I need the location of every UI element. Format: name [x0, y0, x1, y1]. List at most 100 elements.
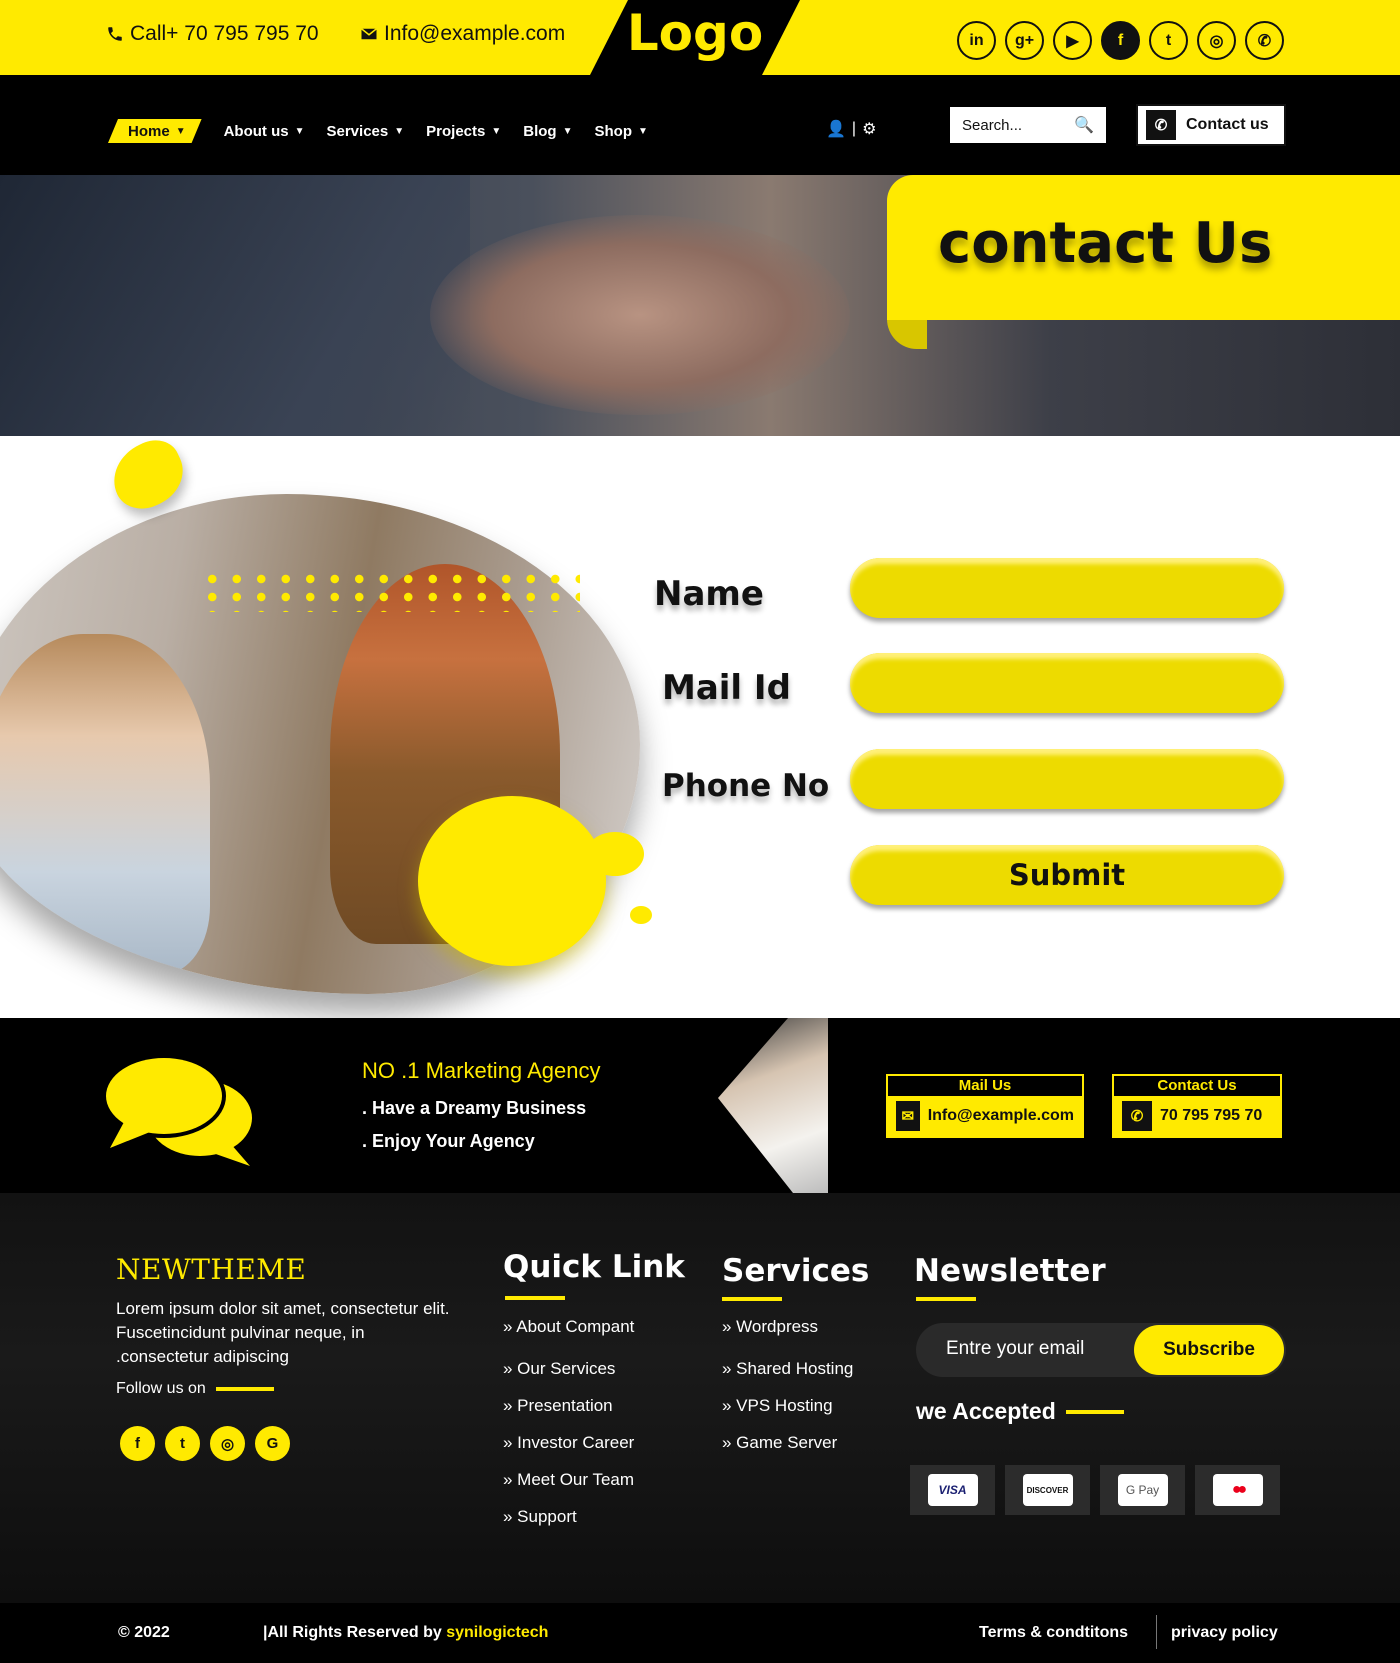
footer-brand: NEWTHEME	[116, 1253, 307, 1286]
gpay-logo: G Pay	[1117, 1474, 1168, 1506]
facebook-icon[interactable]: f	[120, 1426, 155, 1461]
bottom-bar: © 2022 |All Rights Reserved by synilogic…	[0, 1603, 1400, 1663]
twitter-icon[interactable]: t	[165, 1426, 200, 1461]
phone-icon	[108, 27, 122, 41]
whatsapp-icon[interactable]: ✆	[1245, 21, 1284, 60]
gear-icon[interactable]: ⚙	[862, 119, 876, 139]
user-icon[interactable]: 👤	[826, 119, 846, 139]
footer-social-links: f t ◎ G	[120, 1426, 290, 1461]
decor-blob	[102, 431, 194, 519]
footer-description: Lorem ipsum dolor sit amet, consectetur …	[116, 1299, 450, 1366]
nav-item-services[interactable]: Services ▼	[327, 119, 405, 143]
contact-us-button[interactable]: ✆ Contact us	[1136, 104, 1286, 146]
submit-button[interactable]: Submit	[850, 845, 1284, 905]
underline	[722, 1297, 782, 1301]
logo-text: Logo	[626, 4, 764, 62]
mail-icon	[361, 28, 377, 40]
newsletter-title: Newsletter	[914, 1253, 1106, 1289]
contact-us-heading: Contact Us	[1114, 1076, 1280, 1096]
hero-banner: contact Us	[0, 175, 1400, 436]
banner-photo	[718, 1018, 828, 1193]
footer-link[interactable]: » Wordpress	[722, 1317, 818, 1337]
nav-item-blog[interactable]: Blog ▼	[523, 119, 572, 143]
underline	[916, 1297, 976, 1301]
footer-link[interactable]: » VPS Hosting	[722, 1396, 833, 1416]
page: Call+ 70 795 795 70 Info@example.com Log…	[0, 0, 1400, 1663]
email-field[interactable]	[850, 653, 1284, 713]
phone-icon: ✆	[1146, 110, 1176, 140]
footer-link[interactable]: » About Compant	[503, 1317, 634, 1337]
chevron-down-icon: ▼	[562, 125, 573, 137]
top-email[interactable]: Info@example.com	[360, 22, 565, 46]
footer: NEWTHEME Lorem ipsum dolor sit amet, con…	[0, 1193, 1400, 1603]
navbar: Home ▼ About us ▼ Services ▼ Projects ▼ Blog…	[0, 75, 1400, 175]
twitter-icon[interactable]: t	[1149, 21, 1188, 60]
top-phone[interactable]: Call+ 70 795 795 70	[106, 22, 319, 46]
footer-link[interactable]: » Meet Our Team	[503, 1470, 634, 1490]
subscribe-button[interactable]: Subscribe	[1134, 1325, 1284, 1375]
chevron-down-icon: ▼	[394, 125, 405, 137]
rights-brand-link[interactable]: synilogictech	[446, 1624, 548, 1641]
search-icon[interactable]: 🔍	[1074, 115, 1094, 135]
underline	[215, 1387, 274, 1391]
name-field[interactable]	[850, 558, 1284, 618]
mail-us-card[interactable]: Mail Us ✉ Info@example.com	[886, 1074, 1084, 1138]
footer-link[interactable]: » Shared Hosting	[722, 1359, 853, 1379]
main-nav: Home ▼ About us ▼ Services ▼ Projects ▼ Blog…	[108, 119, 670, 143]
instagram-icon[interactable]: ◎	[210, 1426, 245, 1461]
gpay-card: G Pay	[1100, 1465, 1185, 1515]
nav-item-about[interactable]: About us ▼	[224, 119, 305, 143]
instagram-icon[interactable]: ◎	[1197, 21, 1236, 60]
contact-us-body: ✆ 70 795 795 70	[1114, 1096, 1280, 1136]
mail-label: Mail Id	[662, 668, 791, 708]
rights-reserved: |All Rights Reserved by synilogictech	[263, 1624, 548, 1642]
mail-us-heading: Mail Us	[888, 1076, 1082, 1096]
terms-link[interactable]: Terms & condtitons	[979, 1624, 1128, 1642]
search-input[interactable]	[962, 116, 1072, 134]
follow-us: Follow us on	[116, 1380, 274, 1398]
privacy-link[interactable]: privacy policy	[1171, 1624, 1278, 1642]
decor-blob	[418, 796, 606, 966]
phone-field[interactable]	[850, 749, 1284, 809]
discover-card: DISCOVER	[1005, 1465, 1090, 1515]
google-plus-icon[interactable]: g+	[1005, 21, 1044, 60]
quick-link-title: Quick Link	[503, 1249, 685, 1285]
search-box: 🔍	[950, 107, 1106, 143]
contact-form-section: Name Mail Id Phone No Submit	[0, 431, 1400, 1018]
phone-label: Phone No	[662, 768, 830, 804]
footer-link[interactable]: » Investor Career	[503, 1433, 634, 1453]
banner-title: NO .1 Marketing Agency	[362, 1058, 601, 1083]
mail-icon: ✉	[896, 1101, 920, 1131]
footer-link[interactable]: » Our Services	[503, 1359, 615, 1379]
google-icon[interactable]: G	[255, 1426, 290, 1461]
linkedin-icon[interactable]: in	[957, 21, 996, 60]
underline	[505, 1296, 565, 1300]
banner-line: . Have a Dreamy Business	[362, 1098, 587, 1118]
youtube-icon[interactable]: ▶	[1053, 21, 1092, 60]
chevron-down-icon: ▼	[175, 125, 186, 137]
decor-blob	[630, 906, 652, 924]
newsletter-email-input[interactable]	[946, 1338, 1126, 1360]
facebook-icon[interactable]: f	[1101, 21, 1140, 60]
contact-us-value: 70 795 795 70	[1160, 1107, 1263, 1124]
top-email-text: Info@example.com	[384, 22, 566, 45]
footer-link[interactable]: » Support	[503, 1507, 577, 1527]
nav-item-label: Shop	[594, 122, 632, 140]
visa-card: VISA	[910, 1465, 995, 1515]
hero-image-sleeve	[0, 175, 470, 436]
phone-icon: ✆	[1122, 1101, 1152, 1131]
photo-person-left	[0, 634, 210, 974]
footer-link[interactable]: » Game Server	[722, 1433, 837, 1453]
nav-item-label: Blog	[523, 122, 557, 140]
top-bar: Call+ 70 795 795 70 Info@example.com Log…	[0, 0, 1400, 75]
divider	[1156, 1615, 1157, 1649]
logo[interactable]: Logo	[590, 0, 800, 75]
discover-logo: DISCOVER	[1022, 1474, 1073, 1506]
nav-item-projects[interactable]: Projects ▼	[426, 119, 501, 143]
nav-item-home[interactable]: Home ▼	[108, 119, 202, 143]
footer-link[interactable]: » Presentation	[503, 1396, 613, 1416]
copyright: © 2022	[118, 1624, 170, 1641]
contact-us-card[interactable]: Contact Us ✆ 70 795 795 70	[1112, 1074, 1282, 1138]
user-tools: 👤 | ⚙	[826, 119, 876, 139]
nav-item-shop[interactable]: Shop ▼	[594, 119, 647, 143]
